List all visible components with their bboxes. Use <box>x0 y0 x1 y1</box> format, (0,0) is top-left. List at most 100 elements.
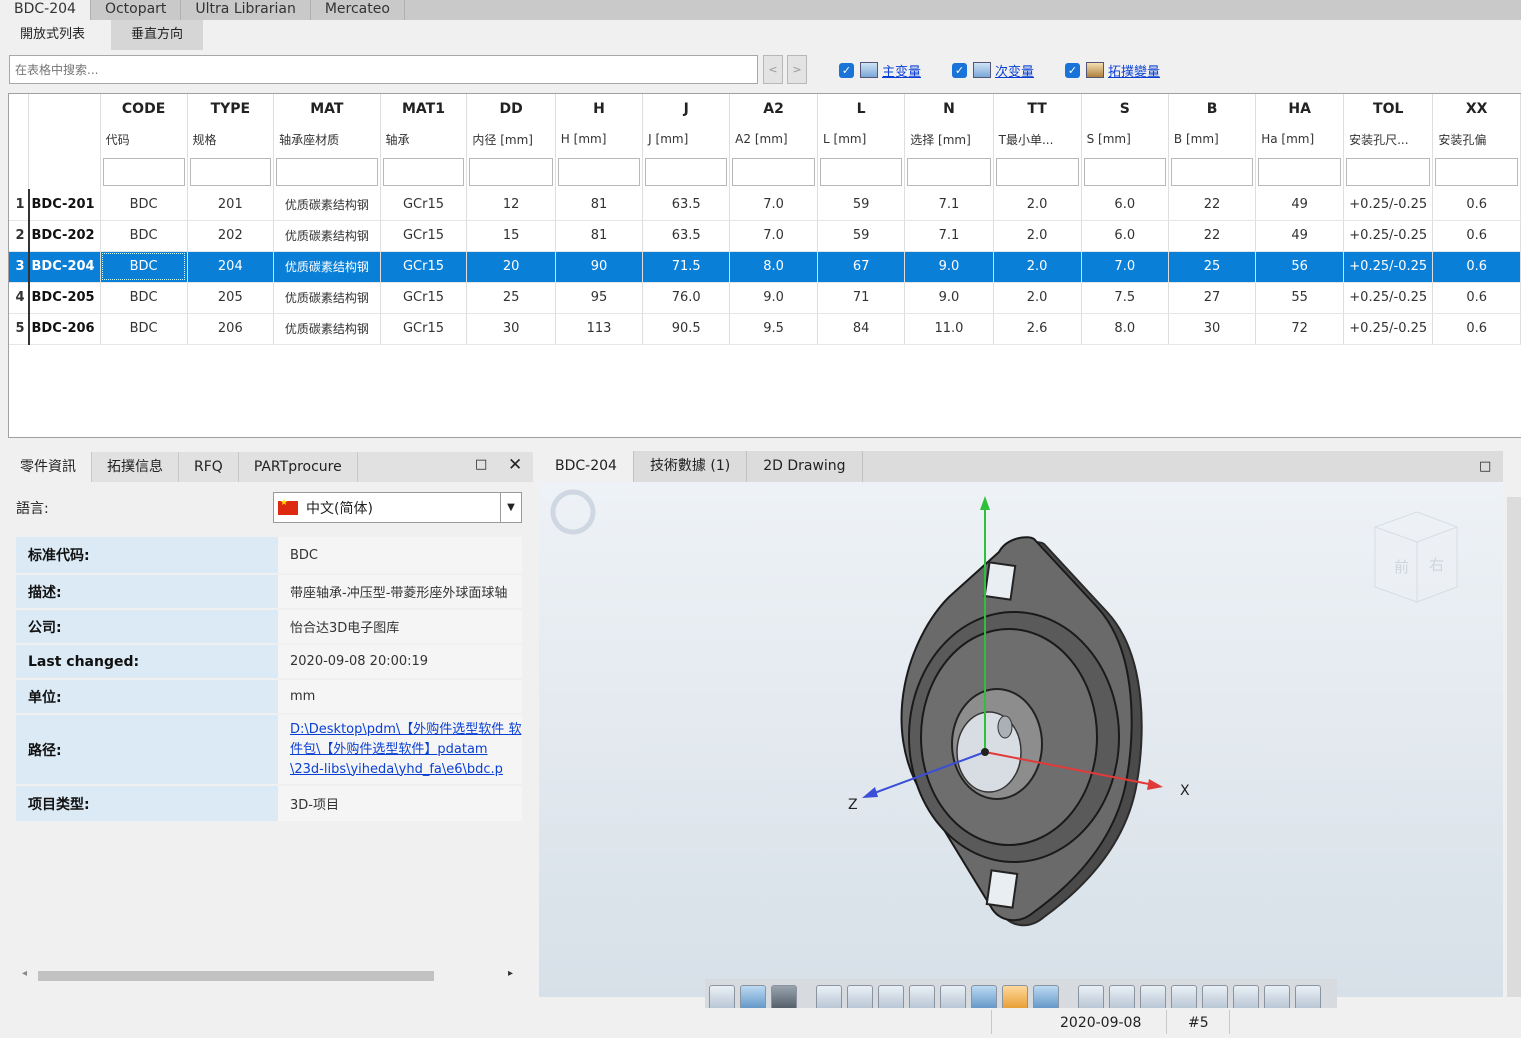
table-cell[interactable]: 0.6 <box>1432 220 1521 252</box>
table-cell[interactable]: 2.0 <box>993 282 1082 314</box>
material-icon[interactable] <box>1002 984 1028 1011</box>
box-view-icon[interactable] <box>1033 984 1059 1011</box>
part-number[interactable]: BDC-201 <box>28 189 101 221</box>
table-cell[interactable]: +0.25/-0.25 <box>1343 251 1434 283</box>
topology-variables-link[interactable]: 拓撲變量 <box>1108 61 1160 80</box>
column-filter-input[interactable] <box>645 157 728 186</box>
part-number[interactable]: BDC-206 <box>28 313 101 345</box>
table-cell[interactable]: 55 <box>1255 282 1345 314</box>
tab-vertical[interactable]: 垂直方向 <box>111 20 204 50</box>
column-filter-input[interactable] <box>189 157 272 186</box>
cylinder-shaded-icon[interactable] <box>740 984 766 1011</box>
table-cell[interactable]: 71.5 <box>642 251 731 283</box>
cylinder-dark-icon[interactable] <box>771 984 797 1011</box>
tab-rfq[interactable]: RFQ <box>179 452 239 482</box>
checkbox-primary-variables[interactable]: ✓ 主变量 <box>839 61 921 80</box>
column-header[interactable]: TT <box>993 94 1082 124</box>
table-cell[interactable]: GCr15 <box>380 313 468 345</box>
view-more-icon[interactable] <box>1295 984 1321 1011</box>
column-header[interactable]: HA <box>1255 94 1345 124</box>
tab-technical-data[interactable]: 技術數據 (1) <box>634 451 748 482</box>
column-header[interactable]: TYPE <box>187 94 275 124</box>
table-cell[interactable]: BDC <box>100 220 188 252</box>
maximize-icon[interactable]: □ <box>475 458 489 472</box>
table-cell[interactable]: 7.1 <box>904 220 994 252</box>
view-front-icon[interactable] <box>1078 984 1104 1011</box>
column-filter-input[interactable] <box>1170 157 1254 186</box>
column-header[interactable]: S <box>1081 94 1169 124</box>
tab-topology-info[interactable]: 拓撲信息 <box>92 452 179 482</box>
table-cell[interactable]: 206 <box>187 313 275 345</box>
table-cell[interactable]: GCr15 <box>380 282 468 314</box>
part-number[interactable]: BDC-202 <box>28 220 101 252</box>
table-cell[interactable]: +0.25/-0.25 <box>1343 189 1434 221</box>
column-filter-input[interactable] <box>1258 157 1342 186</box>
column-header[interactable]: CODE <box>100 94 188 124</box>
column-header[interactable]: TOL <box>1343 94 1434 124</box>
table-row[interactable]: 3 BDC-204 BDC 204 优质碳素结构钢 GCr15 20 90 71.5 8.0 67 9… <box>9 251 1521 283</box>
3d-viewport[interactable]: 前 右 X Z <box>539 482 1503 1016</box>
table-cell[interactable]: 72 <box>1255 313 1345 345</box>
table-cell[interactable]: 27 <box>1168 282 1257 314</box>
table-row[interactable]: 1 BDC-201 BDC 201 优质碳素结构钢 GCr15 12 81 63.5 7.0 59 7… <box>9 189 1521 221</box>
table-cell[interactable]: 25 <box>1168 251 1257 283</box>
primary-variables-link[interactable]: 主变量 <box>882 61 921 80</box>
table-cell[interactable]: +0.25/-0.25 <box>1343 282 1434 314</box>
table-cell[interactable]: 49 <box>1255 189 1345 221</box>
table-cell[interactable]: 2.0 <box>993 251 1082 283</box>
table-cell[interactable]: 8.0 <box>1081 313 1169 345</box>
column-header[interactable]: MAT <box>273 94 381 124</box>
tab-bdc-204[interactable]: BDC-204 <box>0 0 91 20</box>
table-cell[interactable]: 63.5 <box>642 220 731 252</box>
column-filter-input[interactable] <box>1435 157 1518 186</box>
part-number[interactable]: BDC-204 <box>28 251 101 283</box>
table-cell[interactable]: 81 <box>555 220 644 252</box>
maximize-icon[interactable]: □ <box>1479 459 1491 474</box>
column-filter-input[interactable] <box>1346 157 1431 186</box>
scroll-left-icon[interactable]: ◂ <box>22 968 27 979</box>
table-cell[interactable]: 0.6 <box>1432 251 1521 283</box>
table-cell[interactable]: 59 <box>817 220 906 252</box>
column-header[interactable]: J <box>642 94 731 124</box>
column-header[interactable]: L <box>817 94 906 124</box>
table-cell[interactable]: 9.5 <box>729 313 819 345</box>
tab-mercateo[interactable]: Mercateo <box>311 0 405 20</box>
column-filter-input[interactable] <box>820 157 903 186</box>
table-cell[interactable]: 67 <box>817 251 906 283</box>
table-cell[interactable]: 71 <box>817 282 906 314</box>
table-cell[interactable]: 15 <box>466 220 556 252</box>
table-cell[interactable]: 49 <box>1255 220 1345 252</box>
table-cell[interactable]: 7.1 <box>904 189 994 221</box>
table-cell[interactable]: 9.0 <box>904 282 994 314</box>
table-cell[interactable]: 7.0 <box>729 189 819 221</box>
table-cell[interactable]: 90.5 <box>642 313 731 345</box>
column-header[interactable]: B <box>1168 94 1257 124</box>
table-cell[interactable]: 优质碳素结构钢 <box>273 220 381 252</box>
view-cube-icon[interactable]: 前 右 <box>1374 511 1458 603</box>
table-cell[interactable]: 9.0 <box>729 282 819 314</box>
table-search-input[interactable] <box>9 55 758 84</box>
table-cell[interactable]: 12 <box>466 189 556 221</box>
table-cell[interactable]: 204 <box>187 251 275 283</box>
part-number[interactable]: BDC-205 <box>28 282 101 314</box>
secondary-variables-link[interactable]: 次变量 <box>995 61 1034 80</box>
column-header[interactable]: MAT1 <box>380 94 468 124</box>
view-bottom-icon[interactable] <box>1233 984 1259 1011</box>
table-cell[interactable]: 0.6 <box>1432 189 1521 221</box>
table-cell[interactable]: 0.6 <box>1432 313 1521 345</box>
column-filter-input[interactable] <box>102 157 185 186</box>
table-cell[interactable]: 11.0 <box>904 313 994 345</box>
table-cell[interactable]: 202 <box>187 220 275 252</box>
chevron-down-icon[interactable]: ▼ <box>500 493 521 522</box>
table-cell[interactable]: 56 <box>1255 251 1345 283</box>
view-top-icon[interactable] <box>1202 984 1228 1011</box>
column-filter-input[interactable] <box>907 157 991 186</box>
table-cell[interactable]: 2.0 <box>993 189 1082 221</box>
table-cell[interactable]: 201 <box>187 189 275 221</box>
table-cell[interactable]: 63.5 <box>642 189 731 221</box>
table-cell[interactable]: BDC <box>100 313 188 345</box>
tab-2d-drawing[interactable]: 2D Drawing <box>747 451 863 482</box>
table-cell[interactable]: 2.6 <box>993 313 1082 345</box>
table-cell[interactable]: 22 <box>1168 189 1257 221</box>
table-cell[interactable]: 205 <box>187 282 275 314</box>
